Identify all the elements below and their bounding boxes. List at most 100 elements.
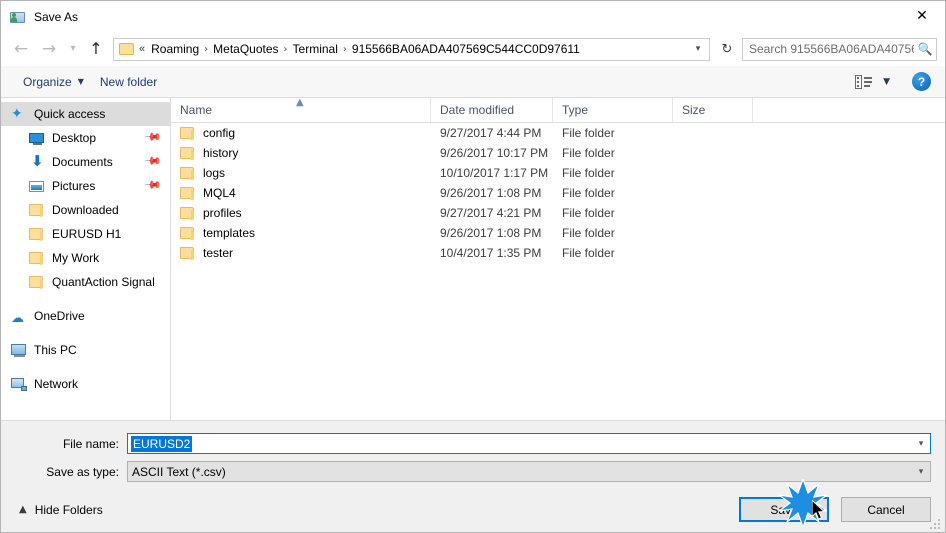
sidebar-item-network[interactable]: Network bbox=[1, 372, 170, 396]
file-name-cell: history bbox=[171, 146, 431, 160]
table-row[interactable]: history 9/26/2017 10:17 PM File folder bbox=[171, 143, 945, 163]
save-as-type-row: Save as type: ASCII Text (*.csv) ▾ bbox=[1, 461, 945, 482]
star-icon: ✦ bbox=[11, 106, 23, 122]
sort-ascending-icon: ▲ bbox=[296, 97, 304, 108]
sidebar-item-quick-access[interactable]: ✦ Quick access bbox=[1, 102, 170, 126]
save-as-app-icon bbox=[10, 9, 26, 25]
sidebar-item-documents[interactable]: ⬇ Documents 📌 bbox=[1, 150, 170, 174]
sidebar-item-eurusd-h1[interactable]: EURUSD H1 bbox=[1, 222, 170, 246]
chevron-down-icon: ▾ bbox=[70, 43, 76, 54]
table-row[interactable]: tester 10/4/2017 1:35 PM File folder bbox=[171, 243, 945, 263]
save-button[interactable]: Save bbox=[739, 497, 829, 522]
pin-icon: 📌 bbox=[143, 127, 163, 147]
table-row[interactable]: config 9/27/2017 4:44 PM File folder bbox=[171, 123, 945, 143]
address-dropdown-button[interactable]: ▾ bbox=[687, 44, 709, 54]
sidebar-item-pictures[interactable]: Pictures 📌 bbox=[1, 174, 170, 198]
dialog-button-bar: ▲ Hide Folders Save Cancel bbox=[1, 489, 945, 532]
resize-grip-icon[interactable] bbox=[930, 519, 942, 531]
navigation-sidebar: ✦ Quick access Desktop 📌 ⬇ Documents 📌 P… bbox=[1, 98, 171, 420]
sidebar-item-label: EURUSD H1 bbox=[52, 227, 122, 241]
file-date: 9/27/2017 4:44 PM bbox=[440, 126, 542, 140]
file-type: File folder bbox=[562, 226, 615, 240]
cancel-button-label: Cancel bbox=[867, 502, 905, 517]
sidebar-item-my-work[interactable]: My Work bbox=[1, 246, 170, 270]
download-arrow-icon: ⬇ bbox=[31, 152, 44, 170]
address-bar[interactable]: « Roaming › MetaQuotes › Terminal › 9155… bbox=[113, 37, 710, 61]
sidebar-item-onedrive[interactable]: ☁ OneDrive bbox=[1, 304, 170, 328]
column-label: Size bbox=[682, 103, 706, 117]
file-name: MQL4 bbox=[203, 186, 236, 200]
organize-label: Organize bbox=[23, 74, 72, 89]
breadcrumb-item-guid[interactable]: 915566BA06ADA407569C544CC0D97611 bbox=[348, 42, 584, 56]
help-button[interactable]: ? bbox=[912, 72, 931, 91]
network-icon bbox=[11, 376, 27, 392]
folder-icon bbox=[180, 207, 194, 220]
new-folder-label: New folder bbox=[99, 74, 158, 89]
column-header-size[interactable]: Size bbox=[673, 98, 753, 122]
hide-folders-button[interactable]: ▲ Hide Folders bbox=[11, 503, 103, 517]
column-header-type[interactable]: Type bbox=[553, 98, 673, 122]
recent-locations-button[interactable]: ▾ bbox=[63, 36, 83, 62]
file-date: 10/4/2017 1:35 PM bbox=[440, 246, 542, 260]
forward-button[interactable]: → bbox=[35, 36, 63, 62]
table-row[interactable]: MQL4 9/26/2017 1:08 PM File folder bbox=[171, 183, 945, 203]
column-header-name[interactable]: Name ▲ bbox=[171, 97, 431, 122]
breadcrumb-item-roaming[interactable]: Roaming bbox=[147, 42, 203, 56]
save-as-type-value: ASCII Text (*.csv) bbox=[132, 464, 226, 479]
file-type: File folder bbox=[562, 186, 615, 200]
chevron-up-icon: ▲ bbox=[19, 504, 27, 515]
new-folder-button[interactable]: New folder bbox=[92, 72, 165, 92]
file-name-dropdown-button[interactable]: ▾ bbox=[912, 434, 930, 453]
navigation-bar: ← → ▾ ↑ « Roaming › MetaQuotes › Termina… bbox=[1, 32, 945, 66]
folder-icon bbox=[180, 127, 194, 140]
breadcrumb-item-terminal[interactable]: Terminal bbox=[289, 42, 342, 56]
file-type: File folder bbox=[562, 146, 615, 160]
file-name-input[interactable]: EURUSD2 ▾ bbox=[127, 433, 931, 454]
folder-icon bbox=[29, 274, 45, 290]
file-name-cell: MQL4 bbox=[171, 186, 431, 200]
pin-icon: 📌 bbox=[143, 151, 163, 171]
sidebar-item-this-pc[interactable]: This PC bbox=[1, 338, 170, 362]
file-name-cell: templates bbox=[171, 226, 431, 240]
refresh-button[interactable]: ↻ bbox=[716, 38, 738, 60]
column-headers: Name ▲ Date modified Type Size bbox=[171, 97, 945, 123]
hide-folders-label: Hide Folders bbox=[34, 502, 103, 517]
file-date: 10/10/2017 1:17 PM bbox=[440, 166, 549, 180]
breadcrumb-item-metaquotes[interactable]: MetaQuotes bbox=[209, 42, 282, 56]
file-name-row: File name: EURUSD2 ▾ bbox=[1, 433, 945, 454]
search-input[interactable]: Search 915566BA06ADA40756... bbox=[743, 42, 914, 56]
sidebar-item-quantaction-signal[interactable]: QuantAction Signal bbox=[1, 270, 170, 294]
back-button[interactable]: ← bbox=[7, 36, 35, 62]
folder-icon bbox=[180, 167, 194, 180]
organize-button[interactable]: Organize ▼ bbox=[15, 72, 92, 92]
table-row[interactable]: templates 9/26/2017 1:08 PM File folder bbox=[171, 223, 945, 243]
table-row[interactable]: profiles 9/27/2017 4:21 PM File folder bbox=[171, 203, 945, 223]
help-icon: ? bbox=[917, 74, 926, 89]
chevron-down-icon: ▾ bbox=[695, 44, 701, 54]
search-box[interactable]: Search 915566BA06ADA40756... 🔍 bbox=[742, 37, 937, 61]
folder-icon bbox=[180, 227, 194, 240]
picture-icon bbox=[29, 178, 45, 194]
cloud-icon: ☁ bbox=[11, 311, 24, 326]
sidebar-item-label: This PC bbox=[34, 343, 77, 357]
folder-icon bbox=[180, 247, 194, 260]
chevron-down-icon: ▾ bbox=[918, 438, 924, 449]
file-name: profiles bbox=[203, 206, 242, 220]
close-button[interactable]: ✕ bbox=[899, 1, 945, 31]
view-mode-button[interactable]: ▼ bbox=[847, 72, 912, 92]
cancel-button[interactable]: Cancel bbox=[841, 497, 931, 522]
table-row[interactable]: logs 10/10/2017 1:17 PM File folder bbox=[171, 163, 945, 183]
file-type: File folder bbox=[562, 166, 615, 180]
sidebar-item-desktop[interactable]: Desktop 📌 bbox=[1, 126, 170, 150]
column-header-date-modified[interactable]: Date modified bbox=[431, 98, 553, 122]
caret-down-icon: ▼ bbox=[77, 77, 84, 86]
sidebar-item-downloaded[interactable]: Downloaded bbox=[1, 198, 170, 222]
breadcrumb-overflow[interactable]: « bbox=[138, 43, 147, 55]
file-type: File folder bbox=[562, 206, 615, 220]
save-as-type-dropdown-button[interactable]: ▾ bbox=[912, 462, 930, 481]
sidebar-item-label: Documents bbox=[52, 155, 113, 169]
content-area: ✦ Quick access Desktop 📌 ⬇ Documents 📌 P… bbox=[1, 97, 945, 420]
file-name-value: EURUSD2 bbox=[131, 435, 193, 452]
save-as-type-select[interactable]: ASCII Text (*.csv) ▾ bbox=[127, 461, 931, 482]
up-button[interactable]: ↑ bbox=[83, 36, 109, 62]
